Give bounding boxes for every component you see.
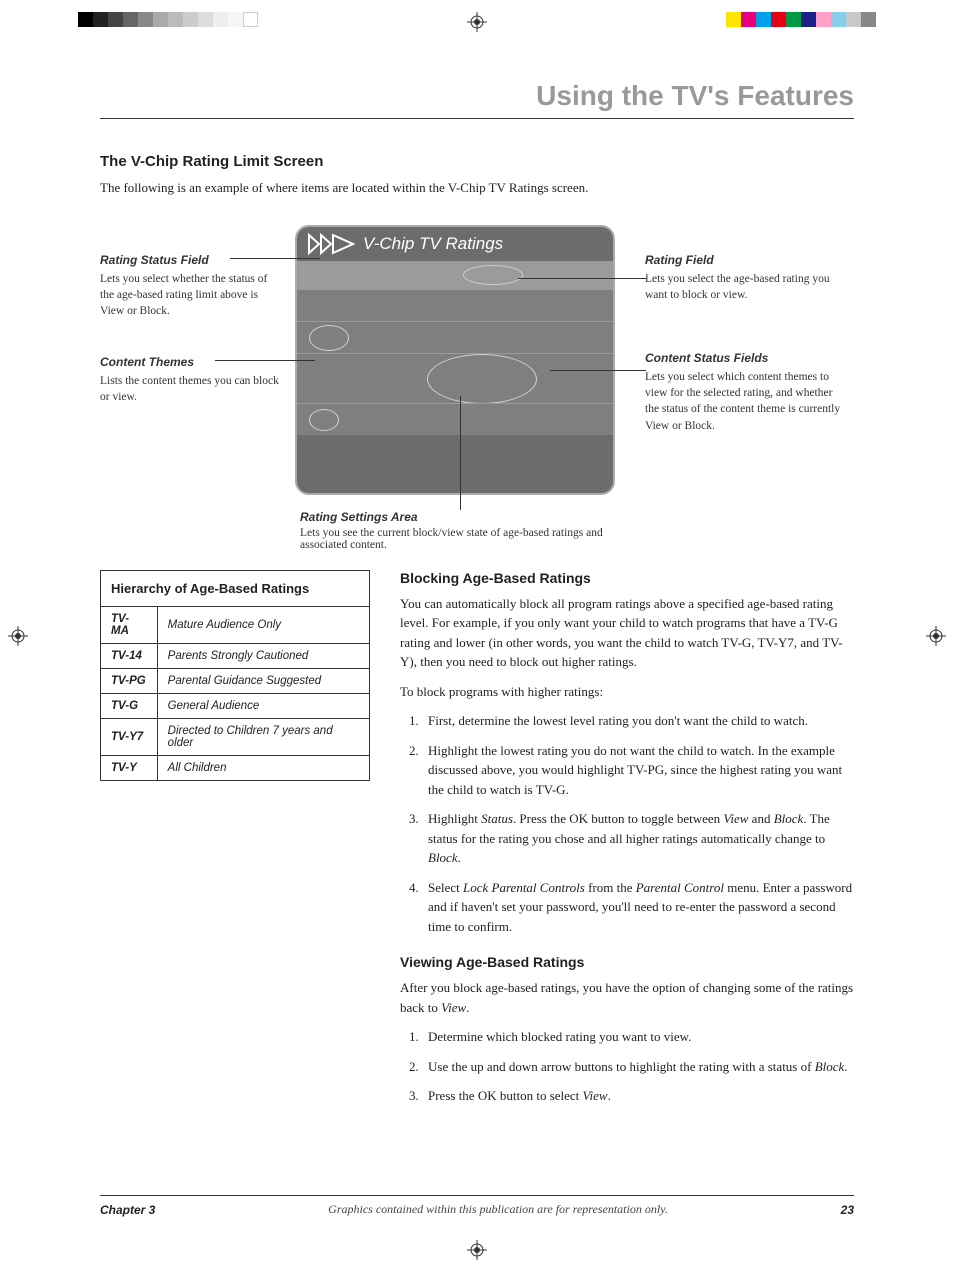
leader-line	[518, 278, 646, 279]
viewing-heading: Viewing Age-Based Ratings	[400, 954, 854, 970]
page-footer: Chapter 3 Graphics contained within this…	[100, 1195, 854, 1217]
chapter-title: Using the TV's Features	[100, 80, 854, 119]
section-intro: The following is an example of where ite…	[100, 178, 854, 198]
table-row: TV-14Parents Strongly Cautioned	[101, 643, 370, 668]
highlight-oval	[309, 409, 339, 431]
blocking-intro: You can automatically block all program …	[400, 594, 854, 672]
highlight-oval	[427, 354, 537, 404]
rating-code: TV-MA	[101, 606, 158, 643]
callout-body: Lets you see the current block/view stat…	[300, 527, 640, 551]
callout-title: Rating Field	[645, 252, 845, 269]
grayscale-swatches	[78, 12, 258, 27]
list-item: Determine which blocked rating you want …	[422, 1027, 854, 1047]
rating-desc: All Children	[157, 755, 369, 780]
color-swatches	[726, 12, 876, 27]
leader-line	[230, 258, 320, 259]
footer-page-number: 23	[841, 1203, 854, 1217]
viewing-steps: Determine which blocked rating you want …	[400, 1027, 854, 1106]
vchip-diagram: Rating Status Field Lets you select whet…	[100, 220, 854, 550]
ratings-hierarchy-table: Hierarchy of Age-Based Ratings TV-MAMatu…	[100, 570, 370, 781]
callout-title: Rating Settings Area	[300, 510, 640, 524]
callout-body: Lets you select the age-based rating you…	[645, 271, 845, 303]
tv-screen-title: V-Chip TV Ratings	[363, 234, 503, 254]
callout-title: Content Themes	[100, 354, 280, 371]
list-item: Highlight the lowest rating you do not w…	[422, 741, 854, 800]
rating-code: TV-14	[101, 643, 158, 668]
callout-body: Lets you select which content themes to …	[645, 369, 845, 433]
list-item: Use the up and down arrow buttons to hig…	[422, 1057, 854, 1077]
callout-title: Rating Status Field	[100, 252, 280, 269]
callout-body: Lists the content themes you can block o…	[100, 373, 280, 405]
rating-desc: Parents Strongly Cautioned	[157, 643, 369, 668]
registration-mark-icon	[8, 626, 28, 646]
blocking-heading: Blocking Age-Based Ratings	[400, 570, 854, 586]
registration-mark-icon	[467, 12, 487, 32]
rating-desc: Mature Audience Only	[157, 606, 369, 643]
registration-mark-icon	[926, 626, 946, 646]
table-row: TV-GGeneral Audience	[101, 693, 370, 718]
blocking-steps: First, determine the lowest level rating…	[400, 711, 854, 936]
highlight-oval	[463, 265, 523, 285]
callout-rating-settings: Rating Settings Area Lets you see the cu…	[300, 510, 640, 551]
rating-desc: Parental Guidance Suggested	[157, 668, 369, 693]
list-item: Highlight Status. Press the OK button to…	[422, 809, 854, 868]
leader-line	[215, 360, 315, 361]
blocking-lead: To block programs with higher ratings:	[400, 682, 854, 702]
callout-rating-status: Rating Status Field Lets you select whet…	[100, 252, 280, 320]
footer-chapter: Chapter 3	[100, 1203, 155, 1217]
rating-desc: Directed to Children 7 years and older	[157, 718, 369, 755]
rating-code: TV-Y7	[101, 718, 158, 755]
callout-content-themes: Content Themes Lists the content themes …	[100, 354, 280, 406]
callout-body: Lets you select whether the status of th…	[100, 271, 280, 319]
rating-code: TV-G	[101, 693, 158, 718]
list-item: Press the OK button to select View.	[422, 1086, 854, 1106]
rating-code: TV-PG	[101, 668, 158, 693]
tv-row	[297, 435, 613, 495]
table-row: TV-MAMature Audience Only	[101, 606, 370, 643]
section-heading: The V-Chip Rating Limit Screen	[100, 153, 854, 170]
viewing-intro: After you block age-based ratings, you h…	[400, 978, 854, 1017]
callout-rating-field: Rating Field Lets you select the age-bas…	[645, 252, 845, 304]
rating-desc: General Audience	[157, 693, 369, 718]
table-row: TV-YAll Children	[101, 755, 370, 780]
table-row: TV-PGParental Guidance Suggested	[101, 668, 370, 693]
tv-row	[297, 353, 613, 403]
callout-content-status: Content Status Fields Lets you select wh…	[645, 350, 845, 434]
list-item: First, determine the lowest level rating…	[422, 711, 854, 731]
tv-row	[297, 289, 613, 321]
registration-mark-icon	[467, 1240, 487, 1260]
rating-code: TV-Y	[101, 755, 158, 780]
tv-row	[297, 261, 613, 289]
tv-screen-graphic: V-Chip TV Ratings	[295, 225, 615, 495]
highlight-oval	[309, 325, 349, 351]
tv-row	[297, 403, 613, 435]
table-row: TV-Y7Directed to Children 7 years and ol…	[101, 718, 370, 755]
tv-screen-header: V-Chip TV Ratings	[297, 227, 613, 261]
tv-row	[297, 321, 613, 353]
breadcrumb-arrows-icon	[307, 233, 355, 255]
table-header: Hierarchy of Age-Based Ratings	[101, 570, 370, 606]
callout-title: Content Status Fields	[645, 350, 845, 367]
leader-line	[460, 396, 461, 510]
footer-note: Graphics contained within this publicati…	[328, 1202, 668, 1217]
leader-line	[550, 370, 646, 371]
list-item: Select Lock Parental Controls from the P…	[422, 878, 854, 937]
